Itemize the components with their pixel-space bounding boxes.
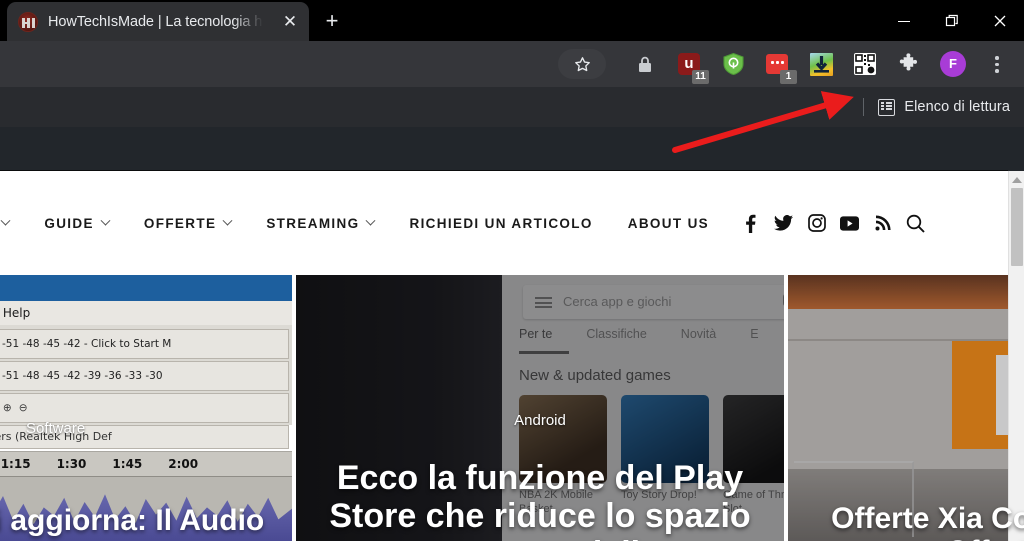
ruler-tick: 1:15 — [0, 457, 31, 471]
facebook-icon[interactable] — [741, 214, 760, 233]
nav-item-guide[interactable]: GUIDE — [44, 215, 111, 231]
youtube-icon[interactable] — [840, 214, 860, 233]
chevron-down-icon — [100, 215, 111, 226]
ublock-badge: 11 — [692, 70, 709, 84]
qr-glyph — [854, 53, 876, 75]
purevpn-shield-icon[interactable] — [718, 49, 748, 79]
browser-toolbar: u 11 1 F — [0, 41, 1024, 87]
audacity-titlebar — [0, 275, 292, 301]
audacity-screenshot: nalyze Help -57 -54 -51 -48 -45 -42 - Cl… — [0, 275, 292, 541]
nav-item-offerte[interactable]: OFFERTE — [143, 215, 233, 231]
scrollbar-top-cap — [1008, 127, 1024, 171]
nav-item-richiedi-un-articolo[interactable]: RICHIEDI UN ARTICOLO — [409, 216, 592, 231]
article-card[interactable]: nalyze Help -57 -54 -51 -48 -45 -42 - Cl… — [0, 275, 292, 541]
card-category[interactable]: Software — [26, 420, 85, 437]
message-badge: 1 — [780, 70, 797, 84]
bookmarks-divider — [863, 98, 865, 116]
nav-item-label: GUIDE — [44, 215, 94, 231]
reading-list-button[interactable]: Elenco di lettura — [878, 98, 1010, 116]
window-close-icon[interactable] — [976, 0, 1024, 41]
instagram-icon[interactable] — [807, 214, 826, 233]
audacity-menu: nalyze Help — [0, 301, 292, 325]
download-glyph — [809, 52, 833, 76]
viewport-top-strip — [0, 127, 1024, 171]
search-icon[interactable] — [906, 214, 925, 233]
chevron-down-icon — [222, 215, 233, 226]
scroll-thumb[interactable] — [1011, 188, 1023, 266]
browser-window: HowTechIsMade | La tecnologia h ✕ + u 11… — [0, 0, 1024, 541]
page-scrollbar[interactable] — [1008, 127, 1024, 541]
star-icon[interactable] — [558, 49, 606, 79]
twitter-icon[interactable] — [774, 214, 794, 233]
card-category[interactable]: Android — [514, 412, 566, 429]
chevron-down-icon — [0, 215, 11, 226]
nav-list: E GUIDE OFFERTE STREAMING RICHIEDI UN AR… — [0, 215, 725, 231]
social-links — [741, 214, 925, 233]
nav-item-streaming[interactable]: STREAMING — [266, 215, 376, 231]
restore-icon[interactable] — [928, 0, 976, 41]
card-title[interactable]: y si aggiorna: Il Audio Editor è — [0, 504, 292, 541]
ruler-tick: 2:00 — [168, 457, 199, 471]
audacity-timeline: 00 1:15 1:30 1:45 2:00 — [0, 451, 292, 477]
minimize-icon[interactable] — [880, 0, 928, 41]
meter-scale-text: -57 -54 -51 -48 -45 -42 -39 -36 -33 -30 — [0, 370, 163, 382]
article-card[interactable]: Offerte Xia Codici sco Offert — [788, 275, 1024, 541]
kebab-dots — [995, 55, 999, 73]
article-card[interactable]: Cerca app e giochi Per te Classifiche No… — [296, 275, 784, 541]
message-extension-icon[interactable]: 1 — [762, 49, 797, 84]
meter-scale-text: -57 -54 -51 -48 -45 -42 - Click to Start… — [0, 338, 172, 350]
ruler-tick: 1:30 — [56, 457, 87, 471]
rss-icon[interactable] — [873, 214, 892, 233]
audacity-edit-toolbar: ↶↷ ⊕⊖ — [0, 393, 290, 423]
puzzle-extensions-icon[interactable] — [894, 49, 924, 79]
nav-item-label: STREAMING — [266, 215, 360, 231]
page-viewport: E GUIDE OFFERTE STREAMING RICHIEDI UN AR… — [0, 171, 1024, 541]
download-manager-icon[interactable] — [806, 49, 836, 79]
reading-list-label: Elenco di lettura — [904, 99, 1010, 115]
ublock-origin-icon[interactable]: u 11 — [674, 49, 709, 84]
avatar-initial: F — [940, 51, 966, 77]
qr-code-icon[interactable] — [850, 49, 880, 79]
chevron-down-icon — [366, 215, 376, 226]
kebab-menu-icon[interactable] — [982, 49, 1012, 79]
bookmarks-bar: Elenco di lettura — [0, 87, 1024, 127]
featured-cards: nalyze Help -57 -54 -51 -48 -45 -42 - Cl… — [0, 275, 1024, 541]
tab-close-icon[interactable]: ✕ — [280, 12, 300, 32]
audacity-meter-row: -57 -54 -51 -48 -45 -42 -39 -36 -33 -30 — [0, 361, 290, 391]
tab-title: HowTechIsMade | La tecnologia h — [48, 13, 263, 30]
site-navigation: E GUIDE OFFERTE STREAMING RICHIEDI UN AR… — [0, 171, 1008, 275]
new-tab-button[interactable]: + — [317, 7, 347, 35]
scroll-up-icon[interactable] — [1009, 171, 1024, 188]
title-bar: HowTechIsMade | La tecnologia h ✕ + — [0, 0, 1024, 41]
browser-tab[interactable]: HowTechIsMade | La tecnologia h ✕ — [7, 2, 309, 41]
avatar[interactable]: F — [938, 49, 968, 79]
card-title[interactable]: Ecco la funzione del Play Store che ridu… — [296, 459, 784, 541]
lock-icon[interactable] — [630, 49, 660, 79]
howtechismade-favicon — [18, 11, 38, 32]
audacity-meter-row: -57 -54 -51 -48 -45 -42 - Click to Start… — [0, 329, 290, 359]
nav-item-label: RICHIEDI UN ARTICOLO — [409, 215, 593, 231]
nav-item-label: ABOUT US — [627, 215, 710, 231]
card-title[interactable]: Offerte Xia Codici sco Offert — [798, 502, 1024, 541]
nav-item-label: OFFERTE — [143, 215, 217, 231]
audacity-toolbars: -57 -54 -51 -48 -45 -42 - Click to Start… — [0, 325, 292, 425]
nav-item-about-us[interactable]: ABOUT US — [628, 216, 709, 231]
reading-list-icon — [878, 98, 896, 116]
ruler-tick: 1:45 — [112, 457, 143, 471]
window-controls — [880, 0, 1024, 41]
nav-item-clipped[interactable]: E — [0, 215, 11, 231]
